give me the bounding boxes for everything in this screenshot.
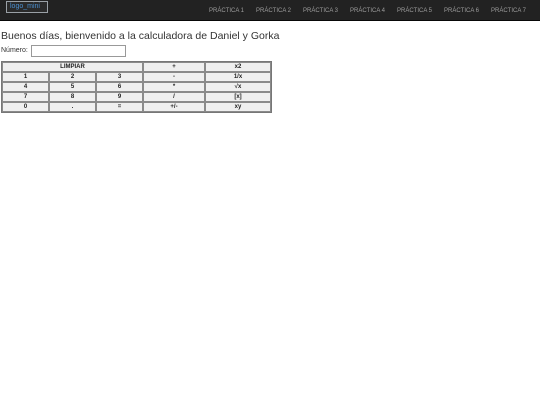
- power-button[interactable]: xy: [205, 102, 271, 112]
- digit-3-button[interactable]: 3: [96, 72, 143, 82]
- keypad-row: 1 2 3 - 1/x: [2, 72, 271, 82]
- keypad-row: LIMPIAR + x2: [2, 62, 271, 72]
- digit-8-button[interactable]: 8: [49, 92, 96, 102]
- nav-item-practica-1[interactable]: PRÁCTICA 1: [209, 7, 244, 15]
- reciprocal-button[interactable]: 1/x: [205, 72, 271, 82]
- digit-9-button[interactable]: 9: [96, 92, 143, 102]
- square-root-button[interactable]: √x: [205, 82, 271, 92]
- digit-5-button[interactable]: 5: [49, 82, 96, 92]
- clear-button[interactable]: LIMPIAR: [2, 62, 143, 72]
- keypad-row: 7 8 9 / [x]: [2, 92, 271, 102]
- keypad-row: 0 . = +/- xy: [2, 102, 271, 112]
- nav-item-practica-5[interactable]: PRÁCTICA 5: [397, 7, 432, 15]
- nav-item-practica-7[interactable]: PRÁCTICA 7: [491, 7, 526, 15]
- multiply-button[interactable]: *: [143, 82, 205, 92]
- negate-button[interactable]: +/-: [143, 102, 205, 112]
- calculator-keypad: LIMPIAR + x2 1 2 3 - 1/x 4 5 6 * √x 7 8 …: [1, 61, 272, 113]
- divide-button[interactable]: /: [143, 92, 205, 102]
- nav-item-practica-6[interactable]: PRÁCTICA 6: [444, 7, 479, 15]
- floor-button[interactable]: [x]: [205, 92, 271, 102]
- nav-item-practica-4[interactable]: PRÁCTICA 4: [350, 7, 385, 15]
- page-greeting: Buenos días, bienvenido a la calculadora…: [1, 30, 280, 42]
- keypad-row: 4 5 6 * √x: [2, 82, 271, 92]
- digit-6-button[interactable]: 6: [96, 82, 143, 92]
- digit-2-button[interactable]: 2: [49, 72, 96, 82]
- add-button[interactable]: +: [143, 62, 205, 72]
- equals-button[interactable]: =: [96, 102, 143, 112]
- square-button[interactable]: x2: [205, 62, 271, 72]
- nav-item-practica-2[interactable]: PRÁCTICA 2: [256, 7, 291, 15]
- brand-logo-link[interactable]: logo_mini: [6, 1, 48, 13]
- digit-0-button[interactable]: 0: [2, 102, 49, 112]
- subtract-button[interactable]: -: [143, 72, 205, 82]
- nav-item-practica-3[interactable]: PRÁCTICA 3: [303, 7, 338, 15]
- top-navbar: logo_mini PRÁCTICA 1 PRÁCTICA 2 PRÁCTICA…: [0, 0, 540, 21]
- digit-4-button[interactable]: 4: [2, 82, 49, 92]
- logo-alt-text: logo_mini: [10, 3, 40, 10]
- decimal-point-button[interactable]: .: [49, 102, 96, 112]
- number-label: Número:: [1, 47, 28, 54]
- digit-7-button[interactable]: 7: [2, 92, 49, 102]
- number-input[interactable]: [31, 45, 126, 57]
- digit-1-button[interactable]: 1: [2, 72, 49, 82]
